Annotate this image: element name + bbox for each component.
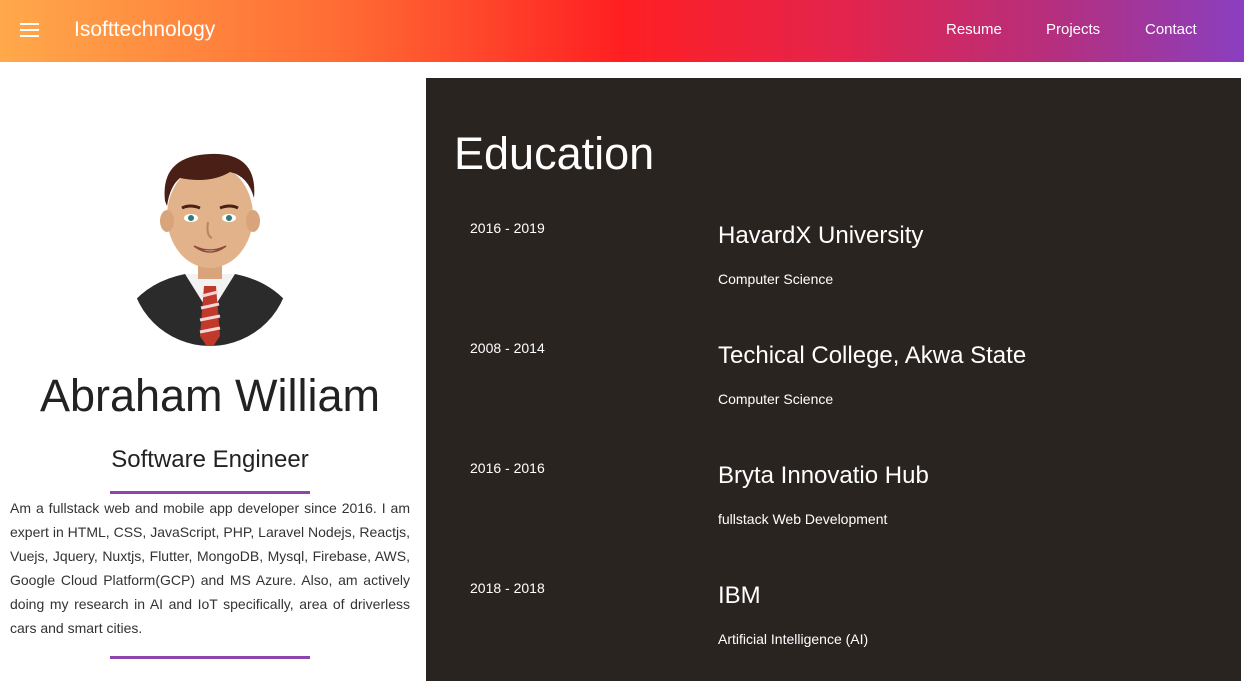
education-school: Bryta Innovatio Hub [718, 462, 929, 489]
education-entry: 2008 - 2014 Techical College, Akwa State… [426, 339, 1241, 439]
education-school: HavardX University [718, 222, 924, 249]
education-years: 2016 - 2019 [470, 220, 545, 236]
hamburger-menu-icon[interactable] [20, 23, 40, 39]
education-years: 2008 - 2014 [470, 340, 545, 356]
education-field: fullstack Web Development [718, 511, 888, 527]
education-field: Artificial Intelligence (AI) [718, 631, 869, 647]
education-years: 2018 - 2018 [470, 580, 545, 596]
education-years: 2016 - 2016 [470, 460, 545, 476]
education-school: Techical College, Akwa State [718, 342, 1027, 369]
profile-bio: Am a fullstack web and mobile app develo… [10, 500, 410, 636]
nav-link-projects[interactable]: Projects [1046, 21, 1100, 39]
education-field: Computer Science [718, 271, 834, 287]
profile-panel: Abraham William Software Engineer Am a f… [0, 62, 420, 681]
nav-link-contact[interactable]: Contact [1145, 21, 1197, 39]
section-title: Education [454, 128, 655, 179]
profile-role: Software Engineer [111, 446, 309, 473]
avatar [130, 153, 290, 346]
education-field: Computer Science [718, 391, 834, 407]
education-entry: 2016 - 2016 Bryta Innovatio Hub fullstac… [426, 459, 1241, 559]
profile-name: Abraham William [39, 370, 381, 421]
top-app-bar: Isofttechnology Resume Projects Contact [0, 0, 1244, 62]
education-school: IBM [718, 582, 761, 609]
education-panel: Education 2016 - 2019 HavardX University… [426, 78, 1241, 681]
divider [110, 656, 310, 659]
education-entry: 2018 - 2018 IBM Artificial Intelligence … [426, 579, 1241, 679]
education-entry: 2016 - 2019 HavardX University Computer … [426, 219, 1241, 319]
divider [110, 491, 310, 494]
nav-link-resume[interactable]: Resume [946, 21, 1002, 39]
brand-title[interactable]: Isofttechnology [74, 17, 215, 43]
